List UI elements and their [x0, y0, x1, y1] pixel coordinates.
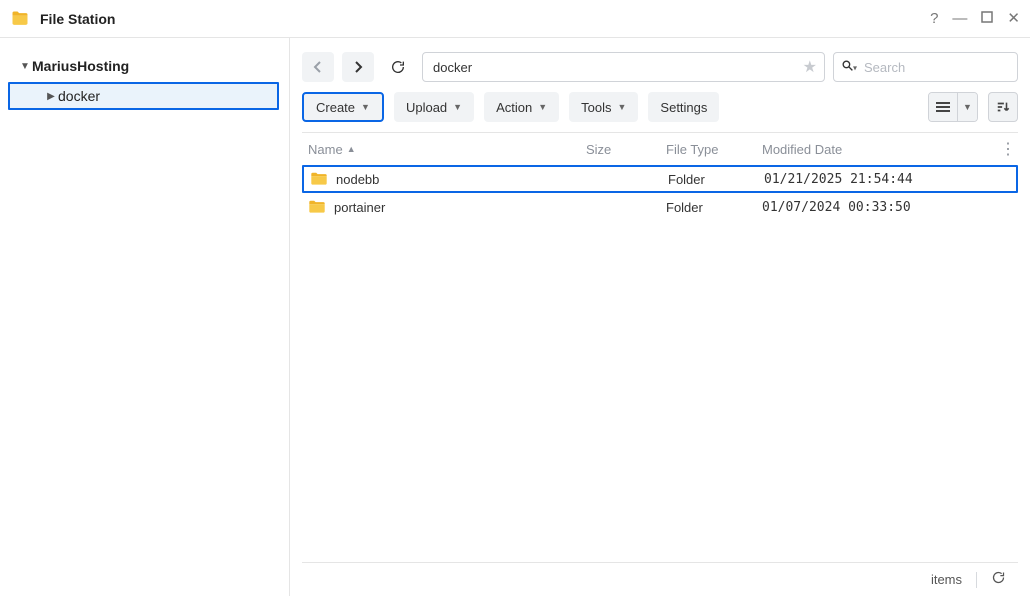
status-refresh-icon[interactable] [991, 570, 1006, 589]
tools-button[interactable]: Tools ▼ [569, 92, 638, 122]
settings-label: Settings [660, 100, 707, 115]
search-caret-icon[interactable]: ▾ [853, 63, 857, 72]
col-header-size[interactable]: Size [586, 142, 666, 157]
caret-down-icon: ▼ [538, 102, 547, 112]
file-date: 01/21/2025 21:54:44 [764, 172, 913, 187]
app-folder-icon [10, 9, 30, 29]
path-input-wrap: ★ [422, 52, 825, 82]
refresh-icon [390, 59, 406, 75]
caret-down-icon: ▼ [618, 102, 627, 112]
statusbar: items [302, 562, 1018, 596]
caret-down-icon: ▼ [361, 102, 370, 112]
file-name: nodebb [336, 172, 379, 187]
path-input[interactable] [422, 52, 825, 82]
table-row[interactable]: nodebb Folder 01/21/2025 21:54:44 [302, 165, 1018, 193]
nav-toolbar: ★ ▾ [302, 52, 1018, 82]
tree-item-label: docker [58, 88, 100, 104]
sort-asc-icon: ▲ [347, 144, 356, 154]
search-input[interactable] [833, 52, 1018, 82]
close-icon[interactable]: ✕ [1007, 11, 1020, 26]
upload-button[interactable]: Upload ▼ [394, 92, 474, 122]
action-label: Action [496, 100, 532, 115]
action-toolbar: Create ▼ Upload ▼ Action ▼ Tools ▼ Setti… [302, 92, 1018, 122]
titlebar: File Station ? — ✕ [0, 0, 1030, 38]
folder-icon [310, 172, 328, 186]
folder-icon [308, 200, 326, 214]
divider [976, 572, 977, 588]
tools-label: Tools [581, 100, 611, 115]
col-header-date[interactable]: Modified Date [762, 142, 1018, 157]
chevron-right-icon [353, 61, 363, 73]
col-header-name[interactable]: Name ▲ [308, 142, 586, 157]
table-header: Name ▲ Size File Type Modified Date ⋮ [302, 133, 1018, 165]
table-row[interactable]: portainer Folder 01/07/2024 00:33:50 [302, 193, 1018, 221]
create-button[interactable]: Create ▼ [302, 92, 384, 122]
upload-label: Upload [406, 100, 447, 115]
app-title: File Station [40, 11, 930, 27]
settings-button[interactable]: Settings [648, 92, 719, 122]
create-label: Create [316, 100, 355, 115]
sort-icon [996, 100, 1010, 114]
file-date: 01/07/2024 00:33:50 [762, 200, 911, 215]
file-type: Folder [668, 172, 764, 187]
sort-button[interactable] [988, 92, 1018, 122]
refresh-button[interactable] [382, 52, 414, 82]
caret-down-icon: ▼ [453, 102, 462, 112]
help-icon[interactable]: ? [930, 11, 938, 26]
view-dropdown-icon[interactable]: ▼ [957, 93, 977, 121]
view-list-icon[interactable] [929, 93, 957, 121]
back-button[interactable] [302, 52, 334, 82]
view-toggle: ▼ [928, 92, 978, 122]
file-name: portainer [334, 200, 385, 215]
action-button[interactable]: Action ▼ [484, 92, 559, 122]
sidebar: ▼ MariusHosting ▶ docker [0, 38, 290, 596]
caret-down-icon: ▼ [18, 61, 32, 72]
tree-item-docker[interactable]: ▶ docker [8, 82, 279, 110]
search-wrap: ▾ [833, 52, 1018, 82]
main-panel: ★ ▾ Create ▼ Upload ▼ Action ▼ [290, 38, 1030, 596]
forward-button[interactable] [342, 52, 374, 82]
tree-root-mariushosting[interactable]: ▼ MariusHosting [0, 52, 289, 80]
file-table: Name ▲ Size File Type Modified Date ⋮ no… [302, 132, 1018, 562]
window-controls: ? — ✕ [930, 11, 1020, 26]
caret-right-icon: ▶ [44, 91, 58, 102]
tree-root-label: MariusHosting [32, 58, 129, 74]
chevron-left-icon [313, 61, 323, 73]
column-options-icon[interactable]: ⋮ [1000, 139, 1014, 159]
file-type: Folder [666, 200, 762, 215]
items-label: items [931, 572, 962, 587]
minimize-icon[interactable]: — [952, 11, 967, 26]
maximize-icon[interactable] [981, 11, 993, 26]
col-header-type[interactable]: File Type [666, 142, 762, 157]
favorite-star-icon[interactable]: ★ [803, 57, 817, 77]
